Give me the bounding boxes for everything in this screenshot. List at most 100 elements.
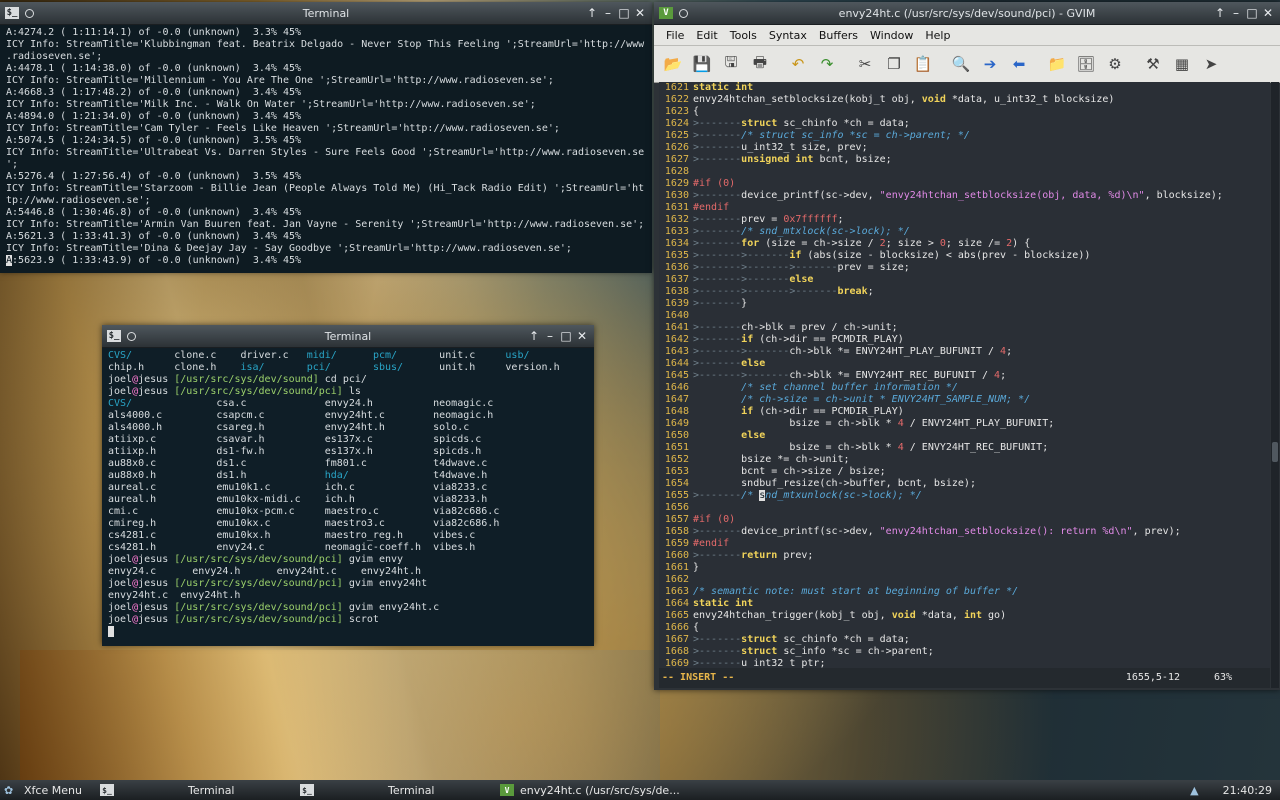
terminal-titlebar[interactable]: $_ Terminal ↑ – □ ✕ bbox=[102, 325, 594, 348]
taskbar-item-terminal-1[interactable]: $_ Terminal bbox=[100, 780, 300, 800]
code-token: ) { bbox=[1012, 238, 1031, 249]
code-token: >------- bbox=[693, 634, 742, 645]
vertical-scrollbar[interactable] bbox=[1271, 82, 1279, 688]
copy-icon[interactable]: ❐ bbox=[881, 51, 907, 77]
menu-edit[interactable]: Edit bbox=[690, 29, 723, 42]
find-prev-icon[interactable]: ⬅ bbox=[1006, 51, 1032, 77]
code-token: >------- bbox=[693, 334, 742, 345]
code-line: 1625 >-------/* struct sc_info *sc = ch->… bbox=[659, 130, 1270, 142]
ls-entry: usb/ bbox=[505, 350, 572, 361]
shell-prompt-line: joel@jesus [/usr/src/sys/dev/sound/pci] … bbox=[108, 602, 588, 614]
code-token: sndbuf_resize(ch->buffer, bcnt, bsize); bbox=[693, 478, 976, 489]
terminal-titlebar[interactable]: $_ Terminal ↑ – □ ✕ bbox=[0, 2, 652, 25]
close-icon[interactable]: ✕ bbox=[632, 5, 648, 21]
code-line: 1668 >-------struct sc_info *sc = ch->par… bbox=[659, 646, 1270, 658]
ls-entry: vibes.c bbox=[433, 530, 542, 541]
taskbar-item-terminal-2[interactable]: $_ Terminal bbox=[300, 780, 500, 800]
ls-entry: maestro.c bbox=[324, 506, 434, 517]
menu-buffers[interactable]: Buffers bbox=[813, 29, 864, 42]
menu-file[interactable]: File bbox=[660, 29, 690, 42]
menu-help[interactable]: Help bbox=[919, 29, 956, 42]
line-number: 1659 bbox=[664, 538, 689, 549]
ls-entry: aureal.h bbox=[108, 494, 217, 505]
minimize-icon[interactable]: – bbox=[600, 5, 616, 21]
cut-icon[interactable]: ✂ bbox=[852, 51, 878, 77]
redo-icon[interactable]: ↷ bbox=[814, 51, 840, 77]
tags-icon[interactable]: ➤ bbox=[1198, 51, 1224, 77]
shade-icon[interactable]: ↑ bbox=[584, 5, 600, 21]
code-token: >------- bbox=[693, 214, 742, 225]
menu-tools[interactable]: Tools bbox=[724, 29, 763, 42]
terminal-line: ICY Info: StreamTitle='Starzoom - Billie… bbox=[6, 183, 645, 194]
taskbar-item-gvim[interactable]: V envy24ht.c (/usr/src/sys/de... bbox=[500, 780, 700, 800]
gvim-window[interactable]: V envy24ht.c (/usr/src/sys/dev/sound/pci… bbox=[654, 2, 1280, 690]
terminal-window-top[interactable]: $_ Terminal ↑ – □ ✕ A:4274.2 ( 1:11:14.1… bbox=[0, 2, 652, 273]
terminal-output[interactable]: A:4274.2 ( 1:11:14.1) of -0.0 (unknown) … bbox=[0, 25, 652, 273]
code-token: (abs(size - blocksize) < abs(prev - bloc… bbox=[801, 250, 1091, 261]
scrollbar-thumb[interactable] bbox=[1272, 442, 1278, 462]
code-token: static int bbox=[693, 598, 754, 609]
open-icon[interactable]: 📂 bbox=[660, 51, 686, 77]
window-menu-icon[interactable] bbox=[679, 8, 688, 18]
save-session-icon[interactable]: 🗄 bbox=[1073, 51, 1099, 77]
code-editor[interactable]: 1621 static int 1622 envy24htchan_setblocks… bbox=[659, 82, 1270, 688]
window-menu-icon[interactable] bbox=[25, 8, 34, 18]
ls-entry: envy24ht.h bbox=[324, 422, 434, 433]
code-token: int bbox=[963, 610, 983, 621]
gvim-titlebar[interactable]: V envy24ht.c (/usr/src/sys/dev/sound/pci… bbox=[654, 2, 1280, 25]
code-token: ch->blk = prev / ch->unit; bbox=[741, 322, 898, 333]
code-line: 1645 >------->-------ch->blk *= ENVY24HT_… bbox=[659, 370, 1270, 382]
code-token: ; bbox=[1000, 370, 1007, 381]
code-line: 1626 >-------u_int32_t size, prev; bbox=[659, 142, 1270, 154]
shade-icon[interactable]: ↑ bbox=[1212, 5, 1228, 21]
line-number: 1649 bbox=[664, 418, 689, 429]
make-icon[interactable]: ⚒ bbox=[1140, 51, 1166, 77]
notification-icon[interactable]: ▲ bbox=[1190, 784, 1198, 797]
find-replace-icon[interactable]: 🔍 bbox=[948, 51, 974, 77]
code-token: "envy24htchan_setblocksize(): return %d\… bbox=[879, 526, 1133, 537]
ls-entry: au88x0.h bbox=[108, 470, 217, 481]
print-icon[interactable]: 🖶 bbox=[747, 51, 773, 77]
code-token: ( bbox=[711, 514, 724, 525]
ls-entry: unit.h bbox=[439, 362, 506, 373]
maximize-icon[interactable]: □ bbox=[558, 328, 574, 344]
terminal-app-icon: $_ bbox=[100, 784, 114, 796]
undo-icon[interactable]: ↶ bbox=[785, 51, 811, 77]
ls-row: cs4281.c emu10kx.h maestro_reg.h vibes.c bbox=[108, 530, 588, 542]
run-script-icon[interactable]: ⚙ bbox=[1102, 51, 1128, 77]
save-icon[interactable]: 💾 bbox=[689, 51, 715, 77]
terminal-window-bottom[interactable]: $_ Terminal ↑ – □ ✕ CVS/ clone.c driver.… bbox=[102, 325, 594, 646]
line-number: 1657 bbox=[664, 514, 689, 525]
line-number: 1635 bbox=[664, 250, 689, 261]
code-token: /* struct sc_info *sc = ch->parent; */ bbox=[741, 130, 970, 141]
line-number: 1623 bbox=[664, 106, 689, 117]
code-token: { bbox=[693, 106, 700, 117]
save-all-icon[interactable]: 🖫 bbox=[718, 51, 744, 77]
shade-icon[interactable]: ↑ bbox=[526, 328, 542, 344]
shell-icon[interactable]: ▦ bbox=[1169, 51, 1195, 77]
code-token: >------- bbox=[693, 190, 742, 201]
menu-syntax[interactable]: Syntax bbox=[763, 29, 813, 42]
minimize-icon[interactable]: – bbox=[542, 328, 558, 344]
code-line: 1648 if (ch->dir == PCMDIR_PLAY) bbox=[659, 406, 1270, 418]
paste-icon[interactable]: 📋 bbox=[910, 51, 936, 77]
maximize-icon[interactable]: □ bbox=[1244, 5, 1260, 21]
ls-row: au88x0.c ds1.c fm801.c t4dwave.c bbox=[108, 458, 588, 470]
close-icon[interactable]: ✕ bbox=[1260, 5, 1276, 21]
code-token: ; bbox=[1006, 346, 1013, 357]
maximize-icon[interactable]: □ bbox=[616, 5, 632, 21]
terminal-output[interactable]: CVS/ clone.c driver.c midi/ pcm/ unit.c … bbox=[102, 348, 594, 646]
xfce-menu-button[interactable]: ✿ Xfce Menu bbox=[0, 780, 100, 800]
minimize-icon[interactable]: – bbox=[1228, 5, 1244, 21]
ls-entry: via82c686.c bbox=[433, 506, 542, 517]
terminal-line: A:5623.9 ( 1:33:43.9) of -0.0 (unknown) … bbox=[6, 255, 646, 267]
find-next-icon[interactable]: ➔ bbox=[977, 51, 1003, 77]
code-token: if bbox=[789, 250, 802, 261]
load-session-icon[interactable]: 📁 bbox=[1044, 51, 1070, 77]
line-number: 1647 bbox=[664, 394, 689, 405]
code-token: break bbox=[837, 286, 868, 297]
menu-window[interactable]: Window bbox=[864, 29, 919, 42]
window-menu-icon[interactable] bbox=[127, 331, 136, 341]
close-icon[interactable]: ✕ bbox=[574, 328, 590, 344]
